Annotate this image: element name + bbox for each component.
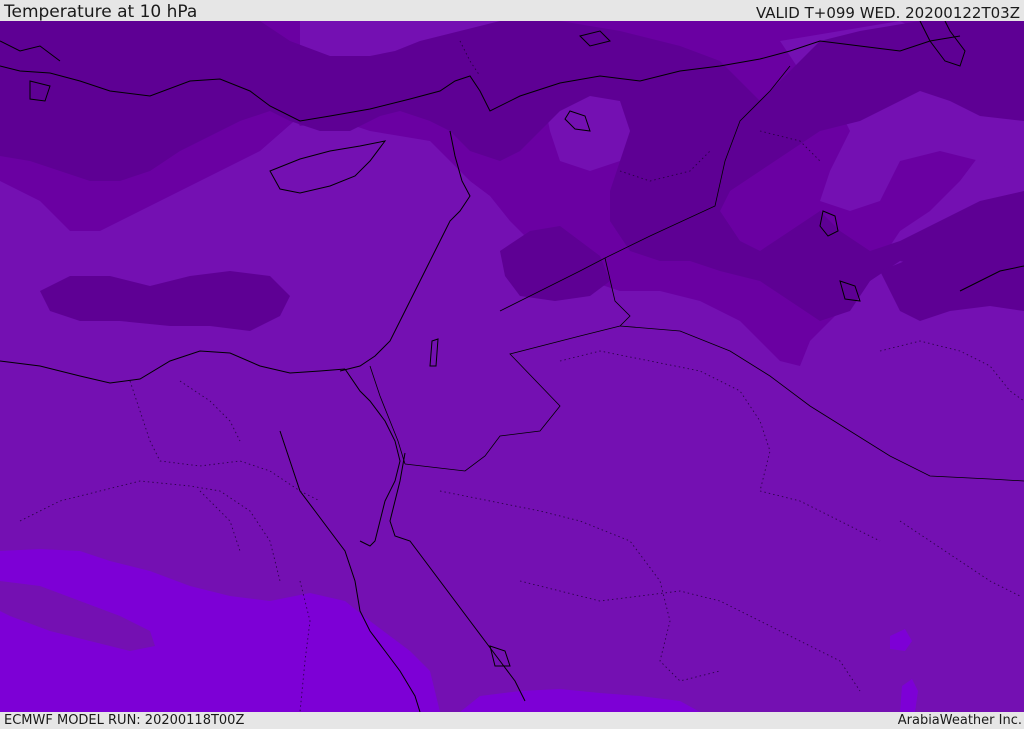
map-title: Temperature at 10 hPa [4, 2, 198, 22]
map-header: Temperature at 10 hPa VALID T+099 WED. 2… [0, 0, 1024, 21]
valid-time-label: VALID T+099 WED. 20200122T03Z [755, 4, 1020, 22]
map-canvas [0, 21, 1024, 712]
model-run-label: ECMWF MODEL RUN: 20200118T00Z [4, 713, 245, 728]
temperature-map[interactable] [0, 21, 1024, 712]
map-footer: ECMWF MODEL RUN: 20200118T00Z ArabiaWeat… [0, 712, 1024, 729]
credit-label: ArabiaWeather Inc. [897, 713, 1022, 728]
